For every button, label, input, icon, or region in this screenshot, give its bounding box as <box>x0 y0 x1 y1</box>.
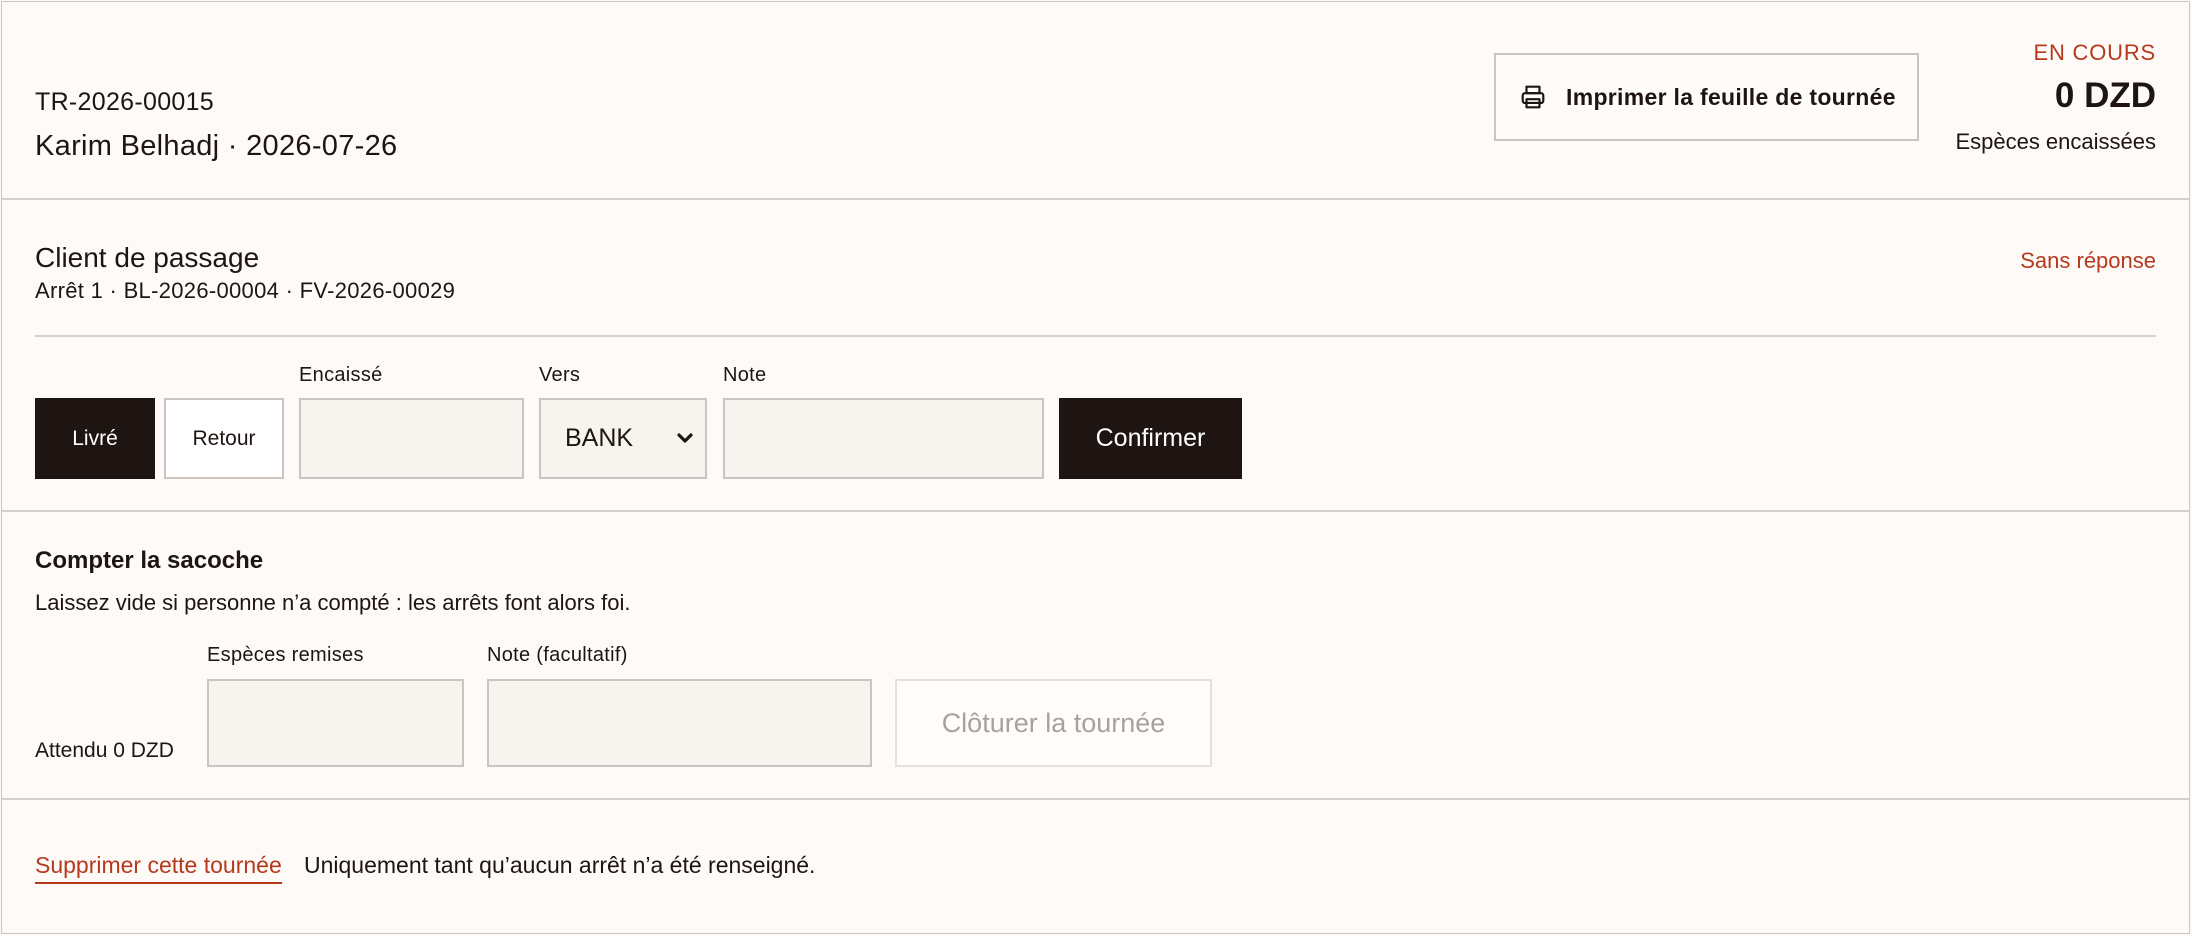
delivered-button[interactable]: Livré <box>35 398 155 479</box>
tour-reference: TR-2026-00015 <box>35 88 215 116</box>
stop-divider <box>35 335 2156 337</box>
close-tour-label: Clôturer la tournée <box>941 707 1166 738</box>
confirm-button[interactable]: Confirmer <box>1059 398 1242 479</box>
print-sheet-button[interactable]: Imprimer la feuille de tournée <box>1494 53 1919 141</box>
print-sheet-label: Imprimer la feuille de tournée <box>1566 83 1896 110</box>
close-tour-button[interactable]: Clôturer la tournée <box>895 679 1212 767</box>
bag-note-input[interactable] <box>487 679 872 767</box>
bag-title: Compter la sacoche <box>35 547 264 574</box>
cash-collected-amount: 0 DZD <box>2054 76 2156 115</box>
collected-input[interactable] <box>299 398 524 479</box>
confirm-label: Confirmer <box>1095 424 1206 452</box>
divider <box>2 510 2189 512</box>
return-label: Retour <box>192 426 256 450</box>
stop-status: Sans réponse <box>2020 248 2156 273</box>
tour-status-badge: EN COURS <box>2033 40 2156 65</box>
delete-tour-hint: Uniquement tant qu’aucun arrêt n’a été r… <box>304 852 816 878</box>
stop-meta: Arrêt 1 · BL-2026-00004 · FV-2026-00029 <box>35 278 456 303</box>
stop-client-name: Client de passage <box>35 242 260 273</box>
bag-note-label: Note (facultatif) <box>487 644 628 666</box>
chevron-down-icon <box>677 433 693 443</box>
note-label: Note <box>723 364 767 386</box>
delivered-label: Livré <box>72 426 118 450</box>
note-input[interactable] <box>723 398 1044 479</box>
destination-label: Vers <box>539 364 581 386</box>
destination-select[interactable]: BANK <box>539 398 707 479</box>
delete-tour-link[interactable]: Supprimer cette tournée <box>35 852 282 884</box>
expected-amount: Attendu 0 DZD <box>35 739 174 762</box>
tour-header: TR-2026-00015 Karim Belhadj · 2026-07-26… <box>2 2 2189 198</box>
printer-icon <box>1521 85 1545 109</box>
return-button[interactable]: Retour <box>164 398 284 479</box>
destination-value: BANK <box>565 424 634 452</box>
tour-driver-date: Karim Belhadj · 2026-07-26 <box>35 130 398 162</box>
cash-collected-label: Espèces encaissées <box>1955 129 2156 154</box>
cash-handed-label: Espèces remises <box>207 644 364 666</box>
collected-label: Encaissé <box>299 364 383 386</box>
divider <box>2 798 2189 800</box>
cash-handed-input[interactable] <box>207 679 464 767</box>
bag-hint: Laissez vide si personne n’a compté : le… <box>35 590 631 615</box>
tour-card: TR-2026-00015 Karim Belhadj · 2026-07-26… <box>1 1 2190 934</box>
